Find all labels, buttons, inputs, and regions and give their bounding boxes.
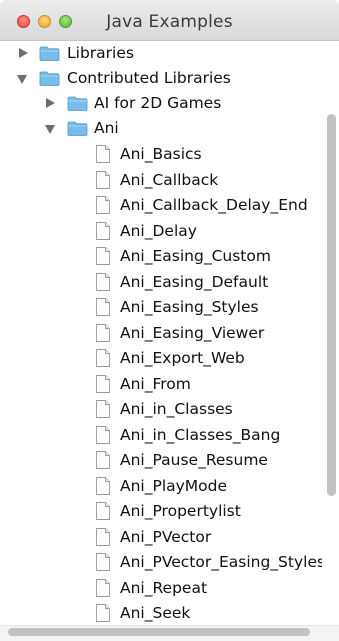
document-icon [96, 221, 110, 240]
tree-item-label: Ani_Seek [120, 604, 191, 622]
tree-item-ani[interactable]: Ani [0, 116, 322, 141]
tree-item-file[interactable]: Ani_Callback [0, 168, 322, 193]
document-icon [96, 196, 110, 214]
folder-icon [67, 121, 88, 136]
folder-icon [67, 96, 88, 111]
tree-item-label: Ani_Repeat [120, 578, 208, 597]
document-icon [96, 400, 110, 418]
tree-item-file[interactable]: Ani_Propertylist [0, 499, 322, 524]
document-icon [96, 476, 110, 495]
tree-item-file[interactable]: Ani_Delay [0, 219, 322, 244]
window-title: Java Examples [106, 12, 233, 32]
tree-item-file[interactable]: Ani_Easing_Styles [0, 295, 322, 320]
tree-item-libraries[interactable]: Libraries [0, 41, 322, 66]
tree-item-label: Ani_Export_Web [120, 349, 245, 367]
tree-item-label: AI for 2D Games [94, 94, 222, 112]
tree-item-label: Ani_Pause_Resume [120, 451, 268, 469]
document-icon [96, 527, 110, 546]
tree-item-file[interactable]: Ani_Easing_Viewer [0, 321, 322, 346]
document-icon [96, 578, 110, 597]
document-icon [96, 247, 110, 265]
tree-item-label: Libraries [67, 44, 134, 62]
tree-item-label: Ani_Easing_Default [120, 272, 269, 291]
tree-item-label: Ani_Easing_Viewer [120, 323, 265, 342]
tree-item-label: Ani_PlayMode [120, 476, 228, 495]
document-icon [96, 298, 110, 316]
tree-item-file[interactable]: Ani_Easing_Default [0, 270, 322, 295]
document-icon [96, 553, 110, 571]
tree-item-label: Ani_PVector_Easing_Styles [120, 553, 326, 571]
horizontal-scroll-thumb[interactable] [8, 628, 310, 636]
disclosure-down-icon[interactable] [45, 125, 55, 134]
folder-icon [39, 71, 60, 86]
tree-item-file[interactable]: Ani_From [0, 372, 322, 397]
tree-item-label: Ani_in_Classes [120, 400, 233, 418]
tree-item-file[interactable]: Ani_Pause_Resume [0, 448, 322, 473]
tree-item-label: Ani [94, 119, 119, 137]
tree-item-file[interactable]: Ani_in_Classes_Bang [0, 423, 322, 448]
tree-item-label: Ani_PVector [120, 527, 212, 546]
vertical-scroll-thumb[interactable] [327, 114, 336, 496]
tree-item-label: Contributed Libraries [67, 69, 231, 87]
document-icon [96, 502, 110, 520]
tree-item-file[interactable]: Ani_Repeat [0, 576, 322, 601]
tree-item-file[interactable]: Ani_Seek [0, 601, 322, 626]
tree-item-file[interactable]: Ani_PVector_Easing_Styles [0, 550, 326, 575]
tree-item-ai-for-2d-games[interactable]: AI for 2D Games [0, 91, 322, 116]
disclosure-down-icon[interactable] [17, 75, 27, 84]
disclosure-right-icon[interactable] [19, 48, 28, 58]
tree-item-file[interactable]: Ani_Callback_Delay_End [0, 193, 322, 218]
document-icon [96, 374, 110, 393]
tree-item-contributed-libraries[interactable]: Contributed Libraries [0, 66, 322, 91]
java-examples-window: Java Examples Libraries Contributed Libr… [0, 0, 339, 641]
examples-tree: Libraries Contributed Libraries AI for 2… [0, 41, 326, 626]
tree-item-label: Ani_Easing_Styles [120, 298, 259, 316]
document-icon [96, 604, 110, 622]
document-icon [96, 170, 110, 189]
tree-item-label: Ani_Propertylist [120, 502, 241, 520]
document-icon [96, 323, 110, 342]
tree-item-label: Ani_Callback_Delay_End [120, 196, 308, 214]
tree-item-label: Ani_Callback [120, 170, 219, 189]
document-icon [96, 349, 110, 367]
document-icon [96, 425, 110, 444]
folder-icon [39, 46, 60, 61]
disclosure-right-icon[interactable] [46, 98, 55, 108]
tree-item-label: Ani_Delay [120, 221, 197, 240]
tree-item-file[interactable]: Ani_PlayMode [0, 474, 322, 499]
tree-item-file[interactable]: Ani_Easing_Custom [0, 244, 322, 269]
tree-item-file[interactable]: Ani_Export_Web [0, 346, 322, 371]
tree-item-label: Ani_Easing_Custom [120, 247, 271, 265]
document-icon [96, 451, 110, 469]
tree-item-file[interactable]: Ani_Basics [0, 142, 322, 167]
tree-item-file[interactable]: Ani_PVector [0, 525, 322, 550]
document-icon [96, 145, 110, 163]
title-bar[interactable]: Java Examples [0, 0, 339, 41]
document-icon [96, 272, 110, 291]
tree-item-label: Ani_From [120, 374, 191, 393]
tree-item-label: Ani_in_Classes_Bang [120, 425, 281, 444]
tree-item-label: Ani_Basics [120, 145, 202, 163]
tree-item-file[interactable]: Ani_in_Classes [0, 397, 322, 422]
